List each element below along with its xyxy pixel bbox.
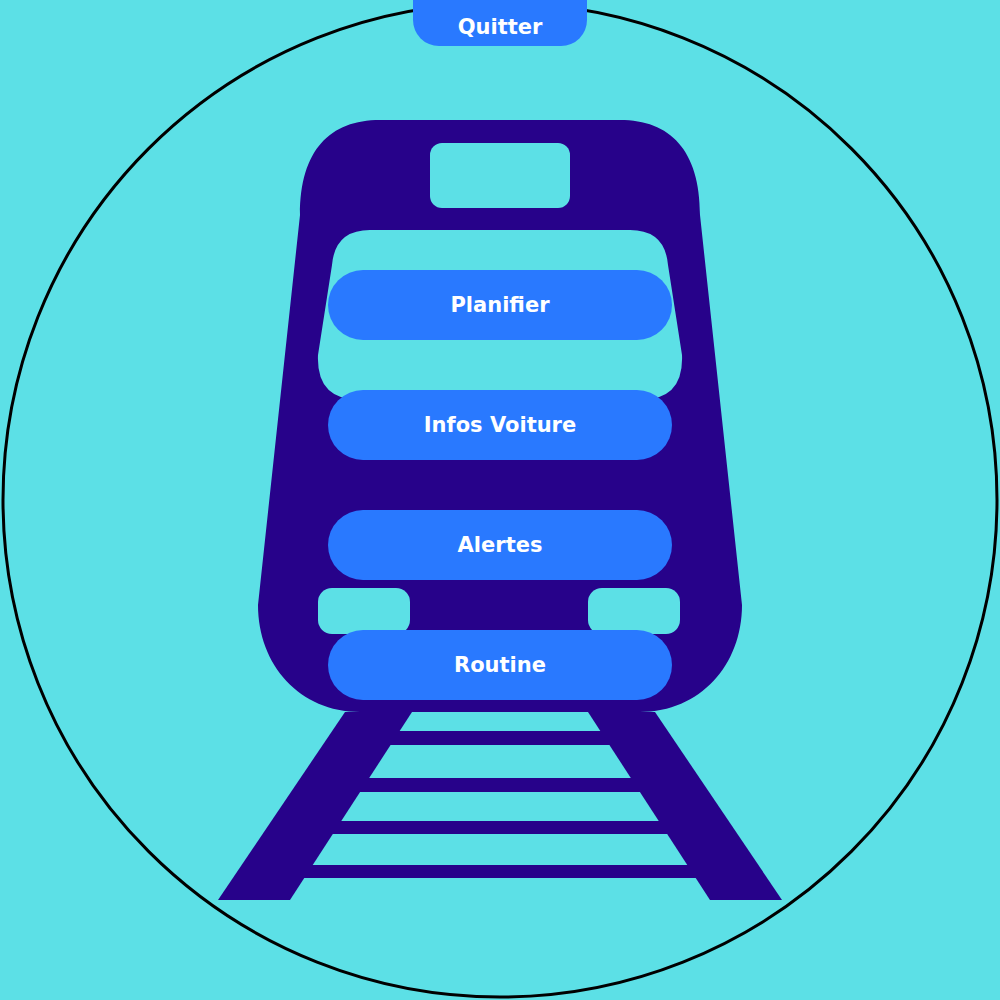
rail-tie-icon <box>295 865 700 878</box>
menu-button[interactable]: Infos Voiture <box>328 390 672 460</box>
main-menu: Planifier Infos Voiture Alertes Routine <box>328 270 672 700</box>
train-windshield-icon <box>318 230 682 400</box>
rail-tie-icon <box>350 778 650 792</box>
quit-button[interactable]: Quitter <box>413 0 587 46</box>
menu-button[interactable]: Planifier <box>328 270 672 340</box>
main-menu-screen: Quitter Planifier Infos Voiture Alertes Rou… <box>0 0 1000 1000</box>
rail-tie-icon <box>380 731 620 745</box>
menu-layout: Quitter Planifier Infos Voiture Alertes Rou… <box>0 0 1000 700</box>
train-top-window-icon <box>430 143 570 208</box>
right-headlight-icon <box>588 588 680 634</box>
menu-button[interactable]: Alertes <box>328 510 672 580</box>
menu-button[interactable]: Routine <box>328 630 672 700</box>
train-illustration-icon <box>0 0 1000 1000</box>
train-body-icon <box>258 120 742 712</box>
left-headlight-icon <box>318 588 410 634</box>
frame-circle-icon <box>3 3 997 997</box>
rail-tie-icon <box>320 821 680 834</box>
